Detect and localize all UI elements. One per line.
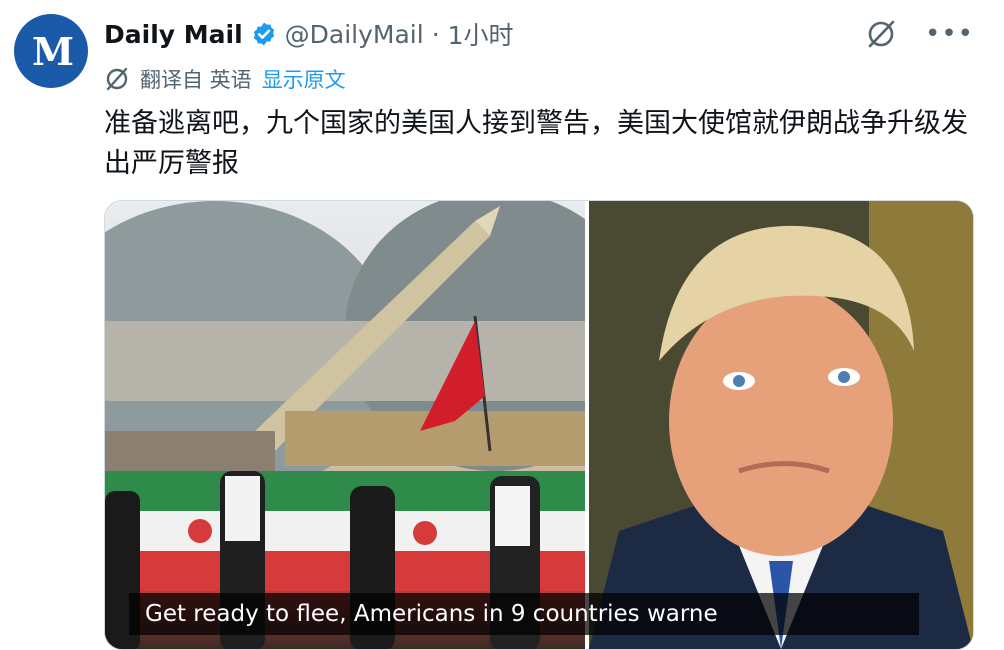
show-original-link[interactable]: 显示原文 bbox=[262, 64, 346, 94]
more-icon[interactable]: ••• bbox=[925, 19, 974, 49]
parade-scene-illustration bbox=[105, 201, 585, 649]
avatar-logo: M bbox=[31, 28, 74, 74]
translated-from-label: 翻译自 英语 bbox=[140, 68, 252, 92]
portrait-illustration bbox=[589, 201, 973, 649]
tweet-header: Daily Mail @DailyMail · 1小时 bbox=[104, 14, 514, 54]
verified-badge-icon bbox=[253, 22, 274, 46]
tweet-media[interactable]: Get ready to flee, Americans in 9 countr… bbox=[104, 200, 974, 650]
tweet-actions-top: ••• bbox=[865, 14, 974, 54]
translate-icon bbox=[106, 67, 128, 91]
tweet-text: 准备逃离吧，九个国家的美国人接到警告，美国大使馆就伊朗战争升级发出严厉警报 bbox=[104, 108, 968, 179]
timestamp[interactable]: 1小时 bbox=[448, 16, 514, 52]
video-caption: Get ready to flee, Americans in 9 countr… bbox=[129, 593, 919, 635]
avatar[interactable]: M bbox=[14, 14, 88, 88]
media-image-left[interactable] bbox=[105, 201, 585, 649]
separator-dot: · bbox=[431, 19, 440, 49]
grok-icon[interactable] bbox=[865, 18, 897, 50]
account-name[interactable]: Daily Mail bbox=[104, 20, 243, 49]
translation-bar: 翻译自 英语 显示原文 bbox=[104, 62, 346, 96]
media-image-right[interactable] bbox=[589, 201, 973, 649]
account-handle[interactable]: @DailyMail bbox=[285, 20, 424, 49]
